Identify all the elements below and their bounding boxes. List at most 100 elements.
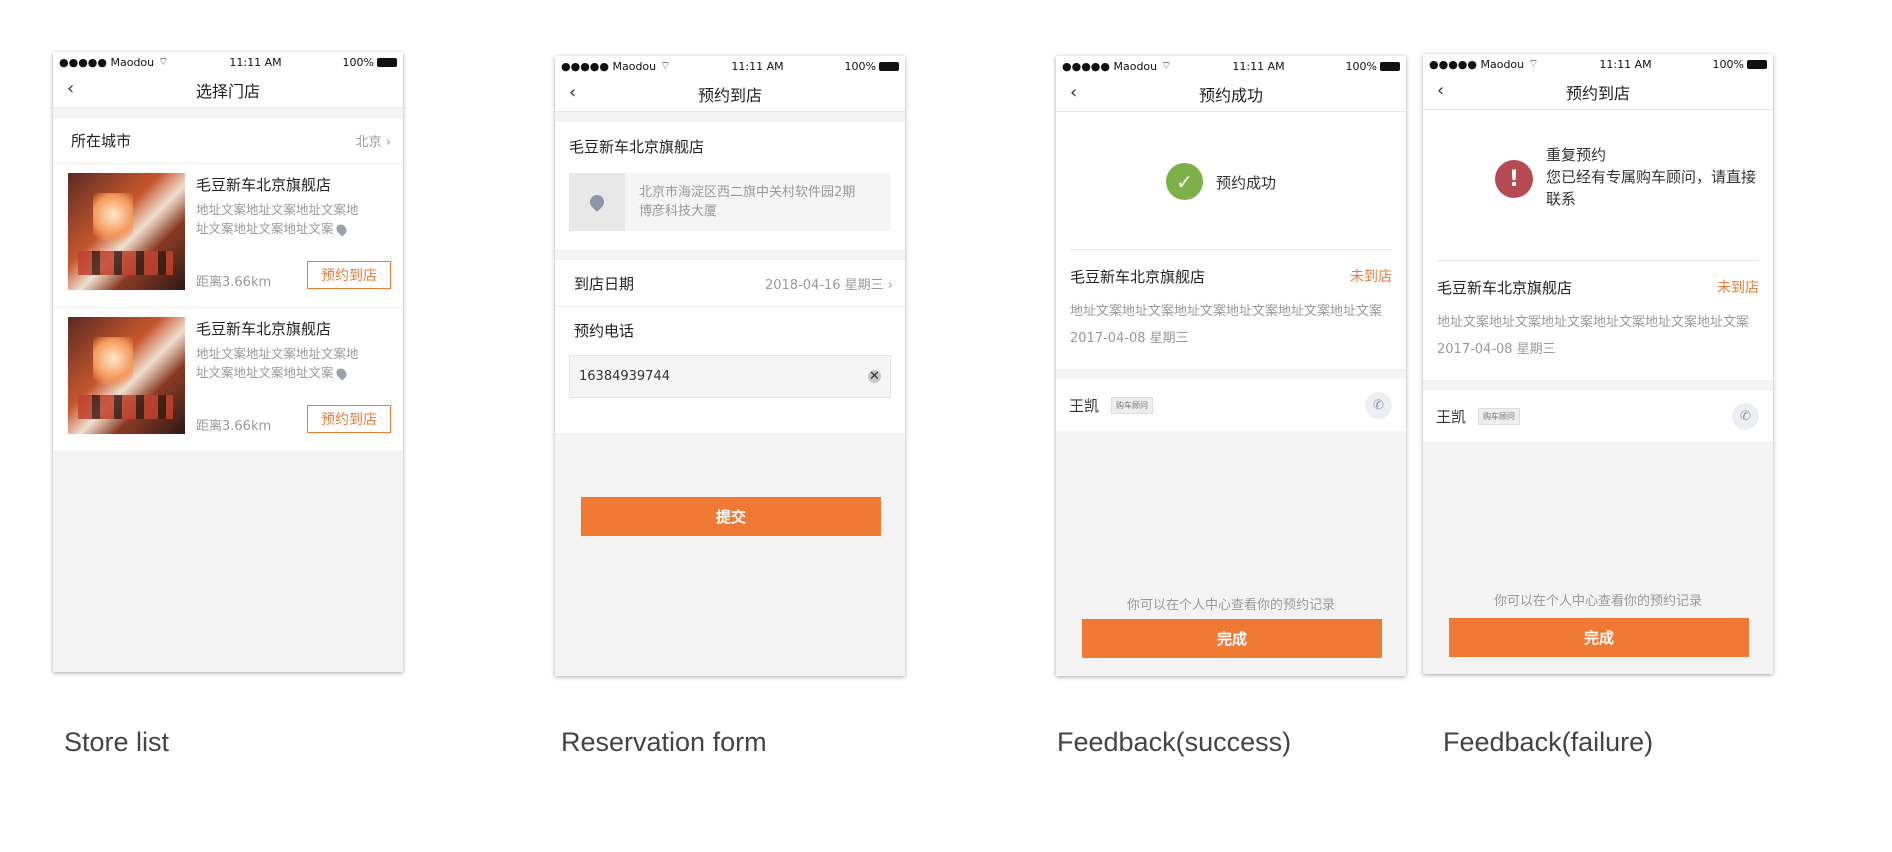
store-name: 毛豆新车北京旗舰店 <box>1437 279 1573 297</box>
book-visit-button[interactable]: 预约到店 <box>307 405 391 433</box>
phone-call-icon[interactable]: ✆ <box>1365 392 1392 419</box>
location-pin-shape <box>587 192 607 212</box>
checkmark-icon: ✓ <box>1166 163 1203 200</box>
carrier: ●●●●● Maodou ⌔ <box>59 55 168 69</box>
error-message: 重复预约 您已经有专属购车顾问，请直接联系 <box>1546 144 1756 210</box>
carrier: ●●●●● Maodou ⌔ <box>561 59 670 73</box>
battery-status: 100% <box>343 56 397 69</box>
wifi-icon: ⌔ <box>1161 59 1172 72</box>
store-address: 地址文案地址文案地址文案地址文案地址文案地址文案 <box>1437 315 1750 330</box>
location-pin-icon[interactable] <box>333 366 349 381</box>
advisor-badge: 购车顾问 <box>1478 407 1521 425</box>
back-icon[interactable]: ‹ <box>1070 82 1077 103</box>
store-distance: 距离3.66km <box>196 419 272 434</box>
page-title: 预约成功 <box>1198 85 1263 105</box>
phone-number-label: 预约电话 <box>574 322 635 340</box>
caption-store-list: Store list <box>64 727 170 757</box>
error-title: 重复预约 <box>1546 146 1607 164</box>
store-address: 北京市海淀区西二旗中关村软件园2期博彦科技大厦 <box>639 185 856 219</box>
advisor-name: 王凯 <box>1069 396 1100 415</box>
hint-text: 你可以在个人中心查看你的预约记录 <box>1493 594 1702 609</box>
phone-feedback-success: ●●●●● Maodou ⌔ 11:11 AM 100% ‹ 预约成功 ✓ 预约成… <box>1056 56 1406 676</box>
carrier: ●●●●● Maodou ⌔ <box>1429 57 1538 71</box>
advisor-row: 王凯 购车顾问 ✆ <box>1423 390 1773 442</box>
done-button[interactable]: 完成 <box>1082 619 1382 658</box>
store-photo <box>68 173 185 290</box>
phone-feedback-failure: ●●●●● Maodou ⌔ 11:11 AM 100% ‹ 预约到店 ! 重复预… <box>1423 54 1773 674</box>
carrier-text: ●●●●● Maodou <box>1429 57 1525 71</box>
booking-date: 2017-04-08 星期三 <box>1437 342 1556 357</box>
store-name: 毛豆新车北京旗舰店 <box>196 320 332 338</box>
wifi-icon: ⌔ <box>660 59 671 72</box>
clear-icon[interactable]: ✕ <box>868 369 881 384</box>
battery-status: 100% <box>1713 58 1767 71</box>
phone-number-value: 16384939744 <box>579 369 670 384</box>
advisor-badge: 购车顾问 <box>1111 396 1154 414</box>
visit-date-value: 2018-04-16 星期三 › <box>764 277 893 293</box>
status-bar: ●●●●● Maodou ⌔ 11:11 AM 100% <box>1423 54 1773 74</box>
city-value: 北京 › <box>355 135 391 150</box>
carrier-text: ●●●●● Maodou <box>561 59 657 73</box>
store-address-box[interactable]: 北京市海淀区西二旗中关村软件园2期博彦科技大厦 <box>569 173 891 231</box>
store-address: 地址文案地址文案地址文案地址文案地址文案地址文案 <box>196 344 368 382</box>
back-icon[interactable]: ‹ <box>67 78 74 99</box>
store-name: 毛豆新车北京旗舰店 <box>1070 268 1206 286</box>
status-bar: ●●●●● Maodou ⌔ 11:11 AM 100% <box>53 52 403 72</box>
back-icon[interactable]: ‹ <box>569 82 576 103</box>
navigation-bar: ‹ 预约到店 <box>555 76 905 112</box>
wifi-icon: ⌔ <box>1528 57 1539 70</box>
booking-details: 毛豆新车北京旗舰店 未到店 地址文案地址文案地址文案地址文案地址文案地址文案 2… <box>1437 260 1759 380</box>
navigation-bar: ‹ 预约到店 <box>1423 74 1773 110</box>
caption-feedback-success: Feedback(success) <box>1057 727 1292 757</box>
store-address: 地址文案地址文案地址文案地址文案地址文案地址文案 <box>196 200 368 238</box>
advisor-row: 王凯 购车顾问 ✆ <box>1056 379 1406 431</box>
done-button[interactable]: 完成 <box>1449 618 1749 657</box>
result-panel: ✓ 预约成功 <box>1056 112 1406 249</box>
visit-date-label: 到店日期 <box>574 274 635 293</box>
battery-icon <box>377 58 397 67</box>
status-badge: 未到店 <box>1350 269 1392 285</box>
city-label: 所在城市 <box>71 132 132 150</box>
store-info: 毛豆新车北京旗舰店 北京市海淀区西二旗中关村软件园2期博彦科技大厦 <box>555 122 905 250</box>
caption-feedback-failure: Feedback(failure) <box>1443 727 1654 757</box>
booking-date: 2017-04-08 星期三 <box>1070 331 1189 346</box>
back-icon[interactable]: ‹ <box>1437 80 1444 101</box>
carrier: ●●●●● Maodou ⌔ <box>1062 59 1171 73</box>
battery-status: 100% <box>845 60 899 73</box>
status-bar: ●●●●● Maodou ⌔ 11:11 AM 100% <box>555 56 905 76</box>
store-distance: 距离3.66km <box>196 275 272 290</box>
phone-reservation-form: ●●●●● Maodou ⌔ 11:11 AM 100% ‹ 预约到店 毛豆新车北… <box>555 56 905 676</box>
visit-date-row[interactable]: 到店日期 2018-04-16 星期三 › <box>555 260 905 307</box>
result-text: 预约成功 <box>1216 174 1277 192</box>
store-item[interactable]: 毛豆新车北京旗舰店 地址文案地址文案地址文案地址文案地址文案地址文案 距离3.6… <box>53 308 403 452</box>
battery-icon <box>879 62 899 71</box>
clock: 11:11 AM <box>1599 57 1652 71</box>
clock: 11:11 AM <box>229 55 282 69</box>
book-visit-button[interactable]: 预约到店 <box>307 261 391 289</box>
battery-icon <box>1380 62 1400 71</box>
battery-icon <box>1747 60 1767 69</box>
phone-number-input[interactable]: 16384939744 ✕ <box>569 355 891 398</box>
battery-percent: 100% <box>1712 57 1744 71</box>
phone-store-list: ●●●●● Maodou ⌔ 11:11 AM 100% ‹ 选择门店 所在城市 … <box>53 52 403 672</box>
store-name: 毛豆新车北京旗舰店 <box>196 176 332 194</box>
battery-percent: 100% <box>1345 59 1377 73</box>
phone-number-block: 预约电话 16384939744 ✕ <box>555 307 905 433</box>
store-photo <box>68 317 185 434</box>
booking-card: 毛豆新车北京旗舰店 未到店 地址文案地址文案地址文案地址文案地址文案地址文案 2… <box>1423 260 1773 380</box>
city-selector[interactable]: 所在城市 北京 › <box>53 118 403 164</box>
submit-button[interactable]: 提交 <box>581 497 881 536</box>
store-name: 毛豆新车北京旗舰店 <box>569 138 705 156</box>
store-address-text: 地址文案地址文案地址文案地址文案地址文案地址文案 <box>196 202 359 236</box>
status-badge: 未到店 <box>1717 280 1759 296</box>
location-pin-icon[interactable] <box>333 222 349 237</box>
store-item[interactable]: 毛豆新车北京旗舰店 地址文案地址文案地址文案地址文案地址文案地址文案 距离3.6… <box>53 164 403 308</box>
carrier-text: ●●●●● Maodou <box>59 55 155 69</box>
clock: 11:11 AM <box>1232 59 1285 73</box>
booking-details: 毛豆新车北京旗舰店 未到店 地址文案地址文案地址文案地址文案地址文案地址文案 2… <box>1070 249 1392 369</box>
page-title: 预约到店 <box>697 85 762 105</box>
carrier-text: ●●●●● Maodou <box>1062 59 1158 73</box>
canvas: ●●●●● Maodou ⌔ 11:11 AM 100% ‹ 选择门店 所在城市 … <box>0 0 1892 852</box>
clock: 11:11 AM <box>731 59 784 73</box>
phone-call-icon[interactable]: ✆ <box>1732 403 1759 430</box>
